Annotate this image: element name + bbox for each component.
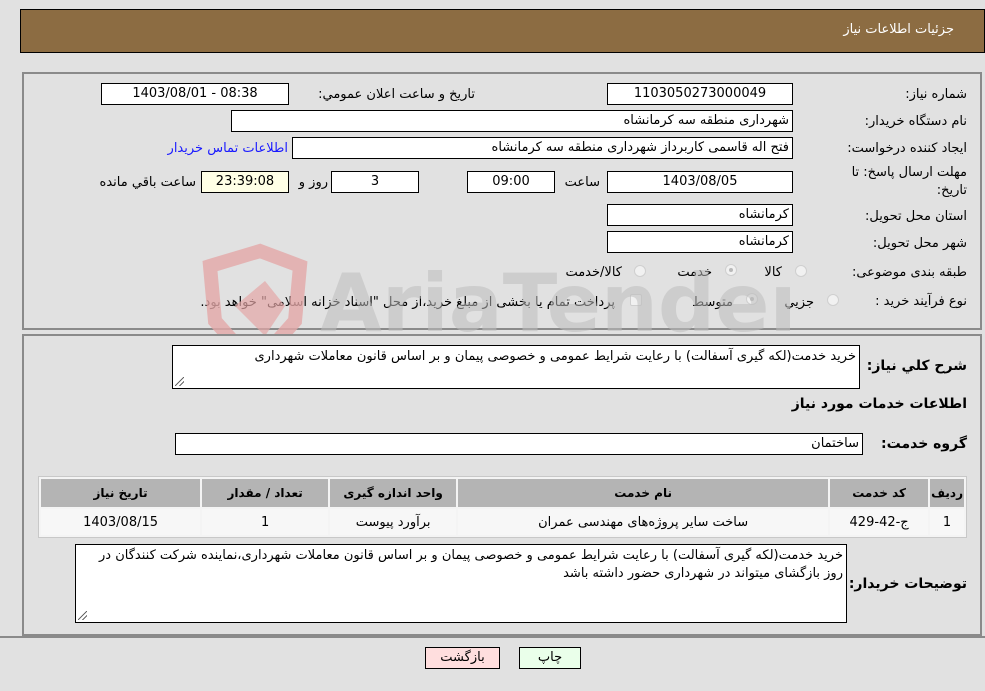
buyer-notes-textarea[interactable]: خرید خدمت(لکه گیری آسفالت) با رعایت شرای… xyxy=(75,544,847,623)
buyer-org-label: نام دستگاه خریدار: xyxy=(864,114,967,129)
deadline-label-date: تاریخ: xyxy=(936,183,967,198)
deadline-time-field: 09:00 xyxy=(467,171,555,193)
col-service-name: نام خدمت xyxy=(458,479,829,507)
remaining-time-field: 23:39:08 xyxy=(201,171,289,193)
service-group-field: ساختمان xyxy=(175,433,863,455)
buyer-notes-label: توضیحات خریدار: xyxy=(848,576,967,592)
cell-row-number: 1 xyxy=(930,509,964,535)
treasury-checkbox[interactable] xyxy=(630,294,642,306)
days-label: روز و xyxy=(298,175,328,190)
col-row-number: ردیف xyxy=(930,479,964,507)
page-header: جزئیات اطلاعات نیاز xyxy=(20,9,985,53)
buyer-notes-text: خرید خدمت(لکه گیری آسفالت) با رعایت شرای… xyxy=(99,548,843,581)
buyer-contact-link[interactable]: اطلاعات تماس خریدار xyxy=(168,141,288,156)
need-number-field: 1103050273000049 xyxy=(607,83,793,105)
category-radio-goods[interactable] xyxy=(795,265,807,277)
process-option-minor: جزیي xyxy=(784,295,814,310)
service-group-label: گروه خدمت: xyxy=(881,436,967,452)
summary-text: خرید خدمت(لکه گیری آسفالت) با رعایت شرای… xyxy=(254,349,857,364)
deadline-date-field: 1403/08/05 xyxy=(607,171,793,193)
resize-handle-icon[interactable] xyxy=(175,377,184,386)
days-remaining-field: 3 xyxy=(331,171,419,193)
cell-need-date: 1403/08/15 xyxy=(41,509,201,535)
summary-label: شرح کلي نیاز: xyxy=(866,358,967,374)
footer-divider xyxy=(0,636,985,638)
print-button[interactable]: چاپ xyxy=(519,647,581,669)
treasury-note: پرداخت تمام یا بخشی از مبلغ خرید،از محل … xyxy=(200,295,615,310)
announce-label: تاریخ و ساعت اعلان عمومي: xyxy=(318,87,475,102)
table-row: 1 ج-42-429 ساخت سایر پروژه‌های مهندسی عم… xyxy=(41,509,964,535)
category-radio-service[interactable] xyxy=(725,264,737,276)
creator-label: ایجاد کننده درخواست: xyxy=(847,141,967,156)
category-option-service: خدمت xyxy=(677,265,712,280)
services-table: ردیف کد خدمت نام خدمت واحد اندازه گیری ت… xyxy=(38,476,967,538)
creator-field: فتح اله قاسمی کاربرداز شهرداری منطقه سه … xyxy=(292,137,793,159)
cell-service-code: ج-42-429 xyxy=(830,509,929,535)
process-radio-medium[interactable] xyxy=(746,293,758,305)
category-option-goods: کالا xyxy=(764,265,782,280)
deadline-time-label: ساعت xyxy=(564,175,600,190)
process-option-medium: متوسط xyxy=(692,295,733,310)
cell-quantity: 1 xyxy=(202,509,329,535)
deadline-label: مهلت ارسال پاسخ: تا xyxy=(851,165,967,180)
process-radio-minor[interactable] xyxy=(827,294,839,306)
services-heading: اطلاعات خدمات مورد نیاز xyxy=(791,396,967,412)
summary-textarea[interactable]: خرید خدمت(لکه گیری آسفالت) با رعایت شرای… xyxy=(172,345,860,389)
category-radio-goods-service[interactable] xyxy=(634,265,646,277)
page-title: جزئیات اطلاعات نیاز xyxy=(843,22,954,37)
resize-handle-icon[interactable] xyxy=(78,611,87,620)
cell-unit: برآورد پیوست xyxy=(330,509,457,535)
province-field: کرمانشاه xyxy=(607,204,793,226)
process-label: نوع فرآیند خرید : xyxy=(875,294,967,309)
city-label: شهر محل تحویل: xyxy=(872,236,967,251)
col-need-date: تاریخ نیاز xyxy=(41,479,201,507)
col-quantity: تعداد / مقدار xyxy=(202,479,329,507)
category-option-goods-service: کالا/خدمت xyxy=(565,265,622,280)
table-header-row: ردیف کد خدمت نام خدمت واحد اندازه گیری ت… xyxy=(41,479,964,507)
province-label: استان محل تحویل: xyxy=(865,209,967,224)
category-label: طبقه بندی موضوعی: xyxy=(851,265,967,280)
remaining-label: ساعت باقي مانده xyxy=(99,175,196,190)
city-field: کرمانشاه xyxy=(607,231,793,253)
col-unit: واحد اندازه گیری xyxy=(330,479,457,507)
cell-service-name: ساخت سایر پروژه‌های مهندسی عمران xyxy=(458,509,829,535)
need-number-label: شماره نیاز: xyxy=(905,87,967,102)
buyer-org-field: شهرداری منطقه سه کرمانشاه xyxy=(231,110,793,132)
col-service-code: کد خدمت xyxy=(830,479,929,507)
back-button[interactable]: بازگشت xyxy=(425,647,500,669)
announce-datetime-field: 1403/08/01 - 08:38 xyxy=(101,83,289,105)
